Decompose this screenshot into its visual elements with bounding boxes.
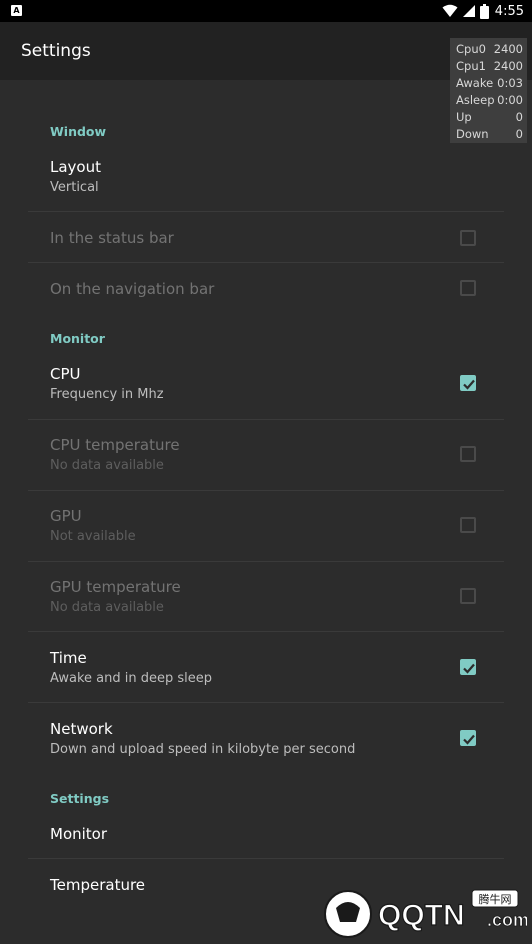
item-title: Network [50,720,113,738]
page-title: Settings [21,41,91,61]
status-icons: 4:55 [442,2,524,20]
check-icon [463,734,475,745]
gpu-temperature-checkbox[interactable] [460,588,476,604]
watermark-logo: QQTN .com 腾牛网 [324,889,529,938]
overlay-row: Cpu0 2400 [456,42,523,56]
status-bar-checkbox[interactable] [460,230,476,246]
cpu-preference[interactable]: CPU Frequency in Mhz [28,349,504,420]
navigation-bar-preference[interactable]: On the navigation bar [28,263,504,313]
watermark-brand: QQTN [378,899,465,932]
overlay-row: Awake 0:03 [456,76,523,90]
site-watermark: QQTN .com 腾牛网 [322,888,529,940]
item-subtitle: Awake and in deep sleep [50,671,212,686]
watermark-domain: .com [487,910,527,930]
item-title: In the status bar [50,229,174,247]
item-title: GPU [50,507,82,525]
item-title: On the navigation bar [50,280,215,298]
app-notification-icon: A [11,5,22,16]
cpu-temperature-checkbox[interactable] [460,446,476,462]
section-header-monitor: Monitor [50,331,105,346]
wifi-icon [442,4,458,17]
status-time: 4:55 [494,3,524,19]
gpu-checkbox[interactable] [460,517,476,533]
time-preference[interactable]: Time Awake and in deep sleep [28,632,504,703]
item-title: CPU [50,365,81,383]
item-subtitle: No data available [50,600,164,615]
item-title: Monitor [50,825,108,843]
item-title: Time [50,649,87,667]
overlay-row: Cpu1 2400 [456,59,523,73]
battery-icon [479,3,489,19]
item-title: Layout [50,158,101,176]
gpu-temperature-preference[interactable]: GPU temperature No data available [28,562,504,632]
status-bar-preference[interactable]: In the status bar [28,212,504,263]
signal-icon [462,5,475,17]
layout-preference[interactable]: Layout Vertical [28,146,504,212]
overlay-row: Up 0 [456,110,523,124]
item-title: CPU temperature [50,436,180,454]
overlay-row: Asleep 0:00 [456,93,523,107]
monitor-overlay[interactable]: Cpu0 2400 Cpu1 2400 Awake 0:03 Asleep 0:00 U… [450,38,527,143]
item-subtitle: Frequency in Mhz [50,387,164,402]
check-icon [463,379,475,390]
item-title: GPU temperature [50,578,181,596]
item-subtitle: No data available [50,458,164,473]
monitor-settings-preference[interactable]: Monitor [28,808,504,859]
network-preference[interactable]: Network Down and upload speed in kilobyt… [28,703,504,774]
status-bar: A 4:55 [0,0,532,22]
overlay-row: Down 0 [456,127,523,141]
gpu-preference[interactable]: GPU Not available [28,491,504,562]
item-subtitle: Not available [50,529,136,544]
watermark-chinese: 腾牛网 [479,892,512,906]
time-checkbox[interactable] [460,659,476,675]
cpu-temperature-preference[interactable]: CPU temperature No data available [28,420,504,491]
item-title: Temperature [50,876,146,894]
check-icon [463,663,475,674]
cpu-checkbox[interactable] [460,375,476,391]
item-subtitle: Vertical [50,180,99,195]
section-header-window: Window [50,124,107,139]
section-header-settings: Settings [50,791,110,806]
item-subtitle: Down and upload speed in kilobyte per se… [50,742,356,757]
network-checkbox[interactable] [460,730,476,746]
navigation-bar-checkbox[interactable] [460,280,476,296]
